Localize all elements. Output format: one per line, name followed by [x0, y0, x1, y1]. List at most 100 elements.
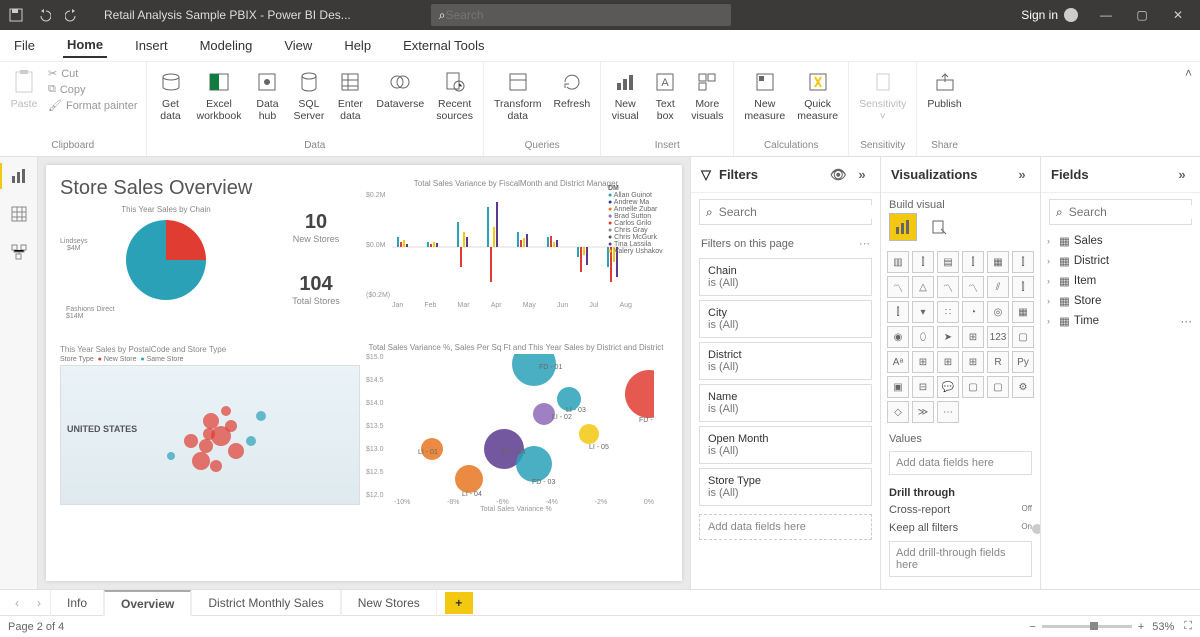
viz-type-tile[interactable]: ⬯	[912, 326, 934, 348]
minimize-button[interactable]: —	[1088, 0, 1124, 30]
filter-card[interactable]: Open Monthis (All)	[699, 426, 872, 464]
paste-button[interactable]: Paste	[6, 66, 42, 140]
filter-card[interactable]: Nameis (All)	[699, 384, 872, 422]
viz-type-tile[interactable]: ▣	[887, 376, 909, 398]
fields-search-input[interactable]	[1069, 205, 1200, 219]
collapse-filters-icon[interactable]: »	[854, 167, 870, 182]
viz-type-tile[interactable]: ◎	[987, 301, 1009, 323]
filter-card[interactable]: Store Typeis (All)	[699, 468, 872, 506]
undo-icon[interactable]	[32, 3, 56, 27]
viz-type-tile[interactable]: ⫿	[962, 251, 984, 273]
filters-search-input[interactable]	[719, 205, 874, 219]
viz-type-tile[interactable]: 123	[987, 326, 1009, 348]
text-box-button[interactable]: AText box	[647, 66, 683, 140]
viz-type-tile[interactable]: △	[912, 276, 934, 298]
get-data-button[interactable]: Get data	[153, 66, 189, 140]
page-tab-new-stores[interactable]: New Stores	[341, 590, 437, 616]
collapse-ribbon-button[interactable]: ˄	[1185, 66, 1192, 80]
data-view-icon[interactable]	[8, 203, 30, 225]
viz-type-tile[interactable]: ⫽	[987, 276, 1009, 298]
viz-type-tile[interactable]: ⊞	[937, 351, 959, 373]
format-painter-button[interactable]: 🖌Format painter	[46, 98, 140, 113]
transform-data-button[interactable]: Transform data	[490, 66, 545, 140]
cut-button[interactable]: ✂Cut	[46, 66, 140, 81]
sensitivity-button[interactable]: Sensitivity˅	[855, 66, 910, 140]
fields-search[interactable]: ⌕	[1049, 199, 1192, 225]
model-view-icon[interactable]	[8, 241, 30, 263]
menu-help[interactable]: Help	[340, 34, 375, 57]
field-table[interactable]: ›▦Store	[1041, 291, 1200, 311]
viz-type-tile[interactable]: ▢	[987, 376, 1009, 398]
zoom-out-button[interactable]: −	[1029, 621, 1035, 633]
save-icon[interactable]	[4, 3, 28, 27]
viz-type-tile[interactable]: ▤	[937, 251, 959, 273]
page-next-button[interactable]: ›	[28, 596, 50, 610]
viz-type-tile[interactable]: ⋯	[937, 401, 959, 423]
menu-file[interactable]: File	[10, 34, 39, 57]
filter-card[interactable]: Districtis (All)	[699, 342, 872, 380]
filters-more-icon[interactable]: ⋯	[859, 237, 870, 250]
viz-type-tile[interactable]: ⫿	[1012, 251, 1034, 273]
viz-type-tile[interactable]: ⫿	[912, 251, 934, 273]
viz-type-tile[interactable]: ▢	[962, 376, 984, 398]
field-table[interactable]: ›▦Item	[1041, 271, 1200, 291]
viz-type-tile[interactable]: ▦	[1012, 301, 1034, 323]
viz-type-tile[interactable]: 〽	[937, 276, 959, 298]
redo-icon[interactable]	[60, 3, 84, 27]
report-canvas[interactable]: Store Sales Overview This Year Sales by …	[38, 157, 690, 589]
viz-type-tile[interactable]: ⫿	[887, 301, 909, 323]
viz-type-tile[interactable]: ◉	[887, 326, 909, 348]
collapse-fields-icon[interactable]: »	[1174, 167, 1190, 182]
sql-server-button[interactable]: SQL Server	[289, 66, 328, 140]
viz-type-tile[interactable]: ▢	[1012, 326, 1034, 348]
page-tab-overview[interactable]: Overview	[104, 590, 191, 616]
filters-add-slot[interactable]: Add data fields here	[699, 514, 872, 540]
data-hub-button[interactable]: Data hub	[249, 66, 285, 140]
collapse-viz-icon[interactable]: »	[1014, 167, 1030, 182]
values-well[interactable]: Add data fields here	[889, 451, 1032, 475]
more-visuals-button[interactable]: More visuals	[687, 66, 727, 140]
viz-type-tile[interactable]: ⫿	[1012, 276, 1034, 298]
global-search[interactable]: ⌕	[431, 4, 731, 26]
viz-type-tile[interactable]: ◇	[887, 401, 909, 423]
publish-button[interactable]: Publish	[923, 66, 965, 140]
scatter-visual[interactable]: Total Sales Variance %, Sales Per Sq Ft …	[366, 343, 666, 523]
sign-in-button[interactable]: Sign in	[1021, 8, 1078, 22]
page-tab-info[interactable]: Info	[50, 590, 104, 616]
viz-type-tile[interactable]: Py	[1012, 351, 1034, 373]
maximize-button[interactable]: ▢	[1124, 0, 1160, 30]
new-measure-button[interactable]: New measure	[740, 66, 789, 140]
viz-type-tile[interactable]: 〽	[962, 276, 984, 298]
page-prev-button[interactable]: ‹	[6, 596, 28, 610]
viz-type-tile[interactable]: Aᵃ	[887, 351, 909, 373]
viz-type-tile[interactable]: ⊞	[962, 326, 984, 348]
report-view-icon[interactable]	[8, 165, 30, 187]
format-visual-tab[interactable]	[925, 213, 953, 241]
field-table[interactable]: ›▦District	[1041, 251, 1200, 271]
viz-type-tile[interactable]: 💬	[937, 376, 959, 398]
new-visual-button[interactable]: New visual	[607, 66, 643, 140]
menu-external-tools[interactable]: External Tools	[399, 34, 488, 57]
viz-type-tile[interactable]: ∷	[937, 301, 959, 323]
menu-view[interactable]: View	[280, 34, 316, 57]
add-page-button[interactable]: +	[445, 592, 473, 614]
viz-type-tile[interactable]: R	[987, 351, 1009, 373]
menu-modeling[interactable]: Modeling	[196, 34, 257, 57]
viz-type-tile[interactable]: ▦	[987, 251, 1009, 273]
filter-card[interactable]: Chainis (All)	[699, 258, 872, 296]
filter-card[interactable]: Cityis (All)	[699, 300, 872, 338]
zoom-slider[interactable]	[1042, 625, 1132, 628]
recent-sources-button[interactable]: Recent sources	[432, 66, 477, 140]
global-search-input[interactable]	[446, 8, 723, 22]
viz-type-tile[interactable]: ⊞	[962, 351, 984, 373]
zoom-in-button[interactable]: +	[1138, 621, 1144, 633]
field-table[interactable]: ›▦Time⋯	[1041, 311, 1200, 331]
eye-icon[interactable]: 👁	[830, 167, 846, 183]
excel-workbook-button[interactable]: Excel workbook	[193, 66, 246, 140]
viz-type-tile[interactable]: ◔	[962, 301, 984, 323]
viz-type-tile[interactable]: ▥	[887, 251, 909, 273]
page-tab-district[interactable]: District Monthly Sales	[191, 590, 340, 616]
fit-page-icon[interactable]: ⛶	[1184, 620, 1192, 633]
enter-data-button[interactable]: Enter data	[332, 66, 368, 140]
build-visual-tab[interactable]	[889, 213, 917, 241]
